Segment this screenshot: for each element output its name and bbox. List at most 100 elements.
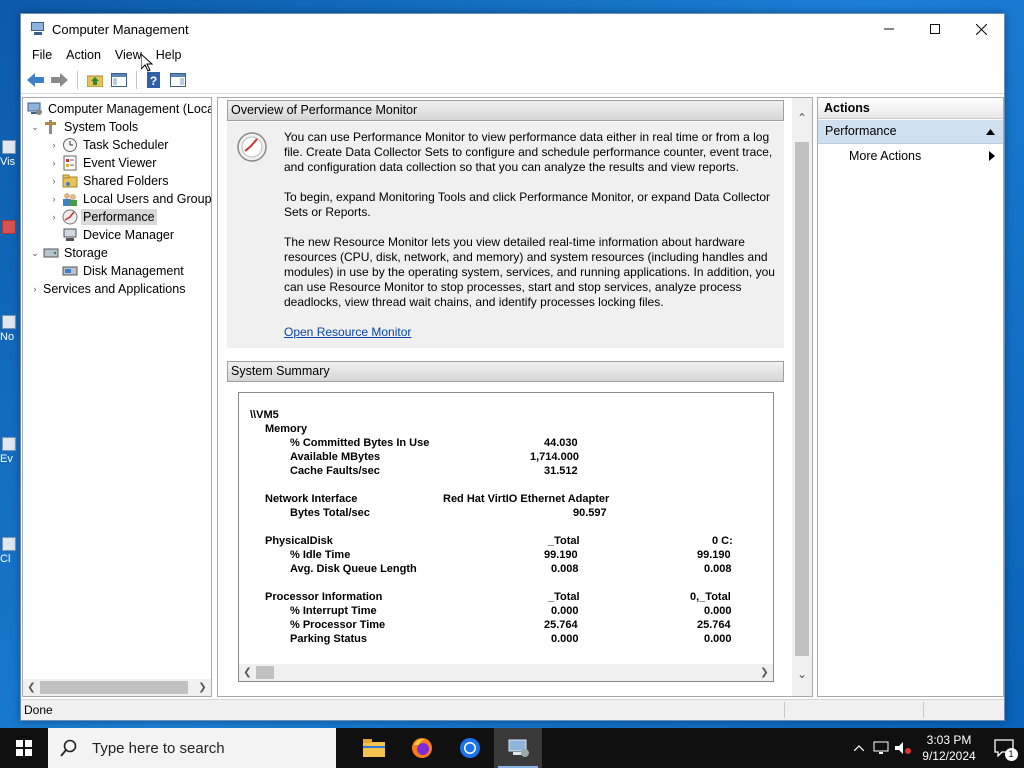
desktop-shortcut[interactable] xyxy=(0,220,20,236)
show-hidden-icons-button[interactable] xyxy=(848,745,870,751)
counter-value: 44.030 xyxy=(544,437,578,449)
counter-name: Available MBytes xyxy=(290,451,381,463)
machine-name: \\VM5 xyxy=(250,409,279,421)
tree-item-computer-management[interactable]: Computer Management (Local xyxy=(25,100,211,118)
expand-chevron-icon[interactable]: › xyxy=(48,212,60,222)
search-icon xyxy=(60,739,77,757)
back-button[interactable] xyxy=(25,69,47,91)
clock-date: 9/12/2024 xyxy=(922,749,976,763)
tree-item-system-tools[interactable]: ⌄ System Tools xyxy=(29,118,140,136)
close-button[interactable] xyxy=(958,14,1004,44)
scrollbar-thumb[interactable] xyxy=(40,681,188,694)
taskbar-file-explorer[interactable] xyxy=(350,728,398,768)
svg-text:?: ? xyxy=(150,74,157,88)
scroll-up-icon[interactable]: ⌃ xyxy=(792,108,812,128)
tree-item-device-manager[interactable]: Device Manager xyxy=(60,226,176,244)
overview-paragraph: The new Resource Monitor lets you view d… xyxy=(284,235,775,309)
counter-value: 0.008 xyxy=(704,563,732,575)
expand-chevron-icon[interactable]: › xyxy=(48,194,60,204)
device-manager-icon xyxy=(62,227,78,243)
scroll-left-icon[interactable]: ❮ xyxy=(23,682,40,693)
menu-action[interactable]: Action xyxy=(59,44,108,66)
counter-value: 25.764 xyxy=(697,619,731,631)
tree-item-shared-folders[interactable]: › Shared Folders xyxy=(48,172,170,190)
tree-item-task-scheduler[interactable]: › Task Scheduler xyxy=(48,136,170,154)
overview-section-header: Overview of Performance Monitor xyxy=(227,100,784,121)
tree-horizontal-scrollbar[interactable]: ❮ ❯ xyxy=(23,679,211,696)
scrollbar-thumb[interactable] xyxy=(795,142,809,656)
scrollbar-thumb[interactable] xyxy=(256,666,274,679)
system-tray: 3:03 PM 9/12/2024 1 xyxy=(848,728,1024,768)
taskbar-clock[interactable]: 3:03 PM 9/12/2024 xyxy=(914,732,984,764)
expand-chevron-icon[interactable]: › xyxy=(29,284,41,294)
status-bar: Done xyxy=(21,699,1004,720)
desktop-shortcut[interactable]: Cl xyxy=(0,537,20,565)
network-status-button[interactable] xyxy=(870,741,892,755)
toolbar-separator xyxy=(136,70,137,89)
chrome-icon xyxy=(460,738,480,758)
users-icon xyxy=(62,191,78,207)
tree-item-local-users-and-groups[interactable]: › Local Users and Groups xyxy=(48,190,211,208)
desktop-shortcut[interactable]: Ev xyxy=(0,437,20,465)
volume-button[interactable] xyxy=(892,741,914,755)
expand-chevron-icon[interactable]: › xyxy=(48,158,60,168)
console-tree-icon xyxy=(111,72,127,87)
tree-item-services-and-applications[interactable]: › Services and Applications xyxy=(29,280,187,298)
menu-help[interactable]: Help xyxy=(149,44,189,66)
taskbar-chrome[interactable] xyxy=(446,728,494,768)
counter-name: % Committed Bytes In Use xyxy=(290,437,430,449)
taskbar-search-box[interactable]: Type here to search xyxy=(48,728,336,768)
title-bar[interactable]: Computer Management xyxy=(21,14,1004,44)
scroll-left-icon[interactable]: ❮ xyxy=(239,667,256,678)
expand-chevron-icon[interactable]: › xyxy=(48,176,60,186)
show-hide-console-tree-button[interactable] xyxy=(108,69,130,91)
summary-horizontal-scrollbar[interactable]: ❮ ❯ xyxy=(239,664,773,681)
counter-value: 0.000 xyxy=(704,633,732,645)
tree-item-label: Event Viewer xyxy=(83,156,157,170)
tree-item-label: Device Manager xyxy=(83,228,175,242)
memory-label: Memory xyxy=(265,423,308,435)
collapse-triangle-icon[interactable] xyxy=(986,128,995,135)
scroll-right-icon[interactable]: ❯ xyxy=(756,667,773,678)
open-resource-monitor-link[interactable]: Open Resource Monitor xyxy=(284,325,411,339)
collapse-chevron-icon[interactable]: ⌄ xyxy=(29,122,41,133)
scroll-down-icon[interactable]: ⌄ xyxy=(792,664,812,684)
network-label: Network Interface xyxy=(265,493,358,505)
actions-section-label: Performance xyxy=(825,124,897,138)
tree-item-label: Task Scheduler xyxy=(83,138,169,152)
taskbar-computer-management[interactable] xyxy=(494,728,542,768)
chevron-up-icon xyxy=(854,745,864,751)
desktop-shortcut[interactable]: No xyxy=(0,315,20,343)
minimize-button[interactable] xyxy=(866,14,912,44)
actions-pane: Actions Performance More Actions xyxy=(817,97,1004,697)
tree-item-disk-management[interactable]: Disk Management xyxy=(60,262,186,280)
submenu-arrow-icon xyxy=(989,151,995,161)
counter-name: Bytes Total/sec xyxy=(290,507,370,519)
volume-muted-icon xyxy=(895,742,911,754)
action-pane-icon xyxy=(170,72,186,87)
system-summary-panel: \\VM5 Memory % Committed Bytes In Use 44… xyxy=(238,392,774,682)
show-hide-action-pane-button[interactable] xyxy=(167,69,189,91)
taskbar: Type here to search 3:03 PM 9/12/2024 1 xyxy=(0,728,1024,768)
actions-section-performance[interactable]: Performance xyxy=(818,120,1003,144)
counter-value: 99.190 xyxy=(697,549,731,561)
tree-item-storage[interactable]: ⌄ Storage xyxy=(29,244,110,262)
results-pane: Overview of Performance Monitor You can … xyxy=(217,97,813,697)
menu-file[interactable]: File xyxy=(25,44,59,66)
forward-button[interactable] xyxy=(49,69,71,91)
tree-item-performance[interactable]: › Performance xyxy=(48,208,157,226)
taskbar-firefox[interactable] xyxy=(398,728,446,768)
tree-item-event-viewer[interactable]: › Event Viewer xyxy=(48,154,158,172)
counter-name: % Processor Time xyxy=(290,619,386,631)
maximize-button[interactable] xyxy=(912,14,958,44)
scroll-right-icon[interactable]: ❯ xyxy=(194,682,211,693)
collapse-chevron-icon[interactable]: ⌄ xyxy=(29,248,41,259)
expand-chevron-icon[interactable]: › xyxy=(48,140,60,150)
action-center-button[interactable]: 1 xyxy=(984,739,1024,761)
results-vertical-scrollbar[interactable]: ⌃ ⌄ xyxy=(792,98,812,696)
up-one-level-button[interactable] xyxy=(84,69,106,91)
desktop-shortcut[interactable]: Vis xyxy=(0,140,20,168)
more-actions-item[interactable]: More Actions xyxy=(818,144,1003,168)
start-button[interactable] xyxy=(0,728,48,768)
search-placeholder: Type here to search xyxy=(92,739,225,757)
